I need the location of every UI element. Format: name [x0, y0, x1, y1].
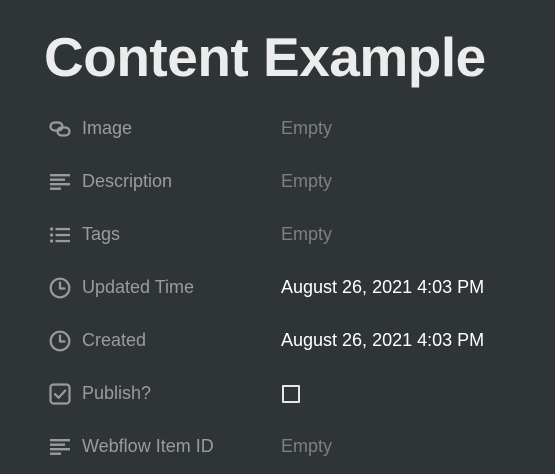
property-name: Description [82, 171, 173, 191]
property-row-webflow-item-id: Webflow Item ID Empty [0, 420, 555, 473]
property-row-image: Image Empty [0, 102, 555, 155]
property-label-webflow-item-id[interactable]: Webflow Item ID [44, 420, 264, 473]
property-row-updated-time: Updated Time August 26, 2021 4:03 PM [0, 261, 555, 314]
property-name: Created [82, 330, 147, 350]
property-row-created: Created August 26, 2021 4:03 PM [0, 314, 555, 367]
publish-checkbox[interactable] [282, 384, 300, 403]
property-value-publish [281, 367, 541, 420]
property-row-publish: Publish? [0, 367, 555, 420]
list-icon [46, 223, 74, 247]
property-value-tags[interactable]: Empty [281, 208, 541, 261]
property-row-tags: Tags Empty [0, 208, 555, 261]
property-value-created[interactable]: August 26, 2021 4:03 PM [281, 314, 541, 367]
property-name: Tags [82, 224, 121, 244]
checkbox-icon [46, 382, 74, 406]
property-value-webflow-item-id[interactable]: Empty [281, 420, 541, 473]
property-label-created[interactable]: Created [44, 314, 264, 367]
property-value-description[interactable]: Empty [281, 155, 541, 208]
property-label-description[interactable]: Description [44, 155, 264, 208]
property-list: Image Empty Description Empty Tags Empty… [0, 102, 555, 473]
property-name: Image [82, 118, 133, 138]
property-row-description: Description Empty [0, 155, 555, 208]
property-label-publish[interactable]: Publish? [44, 367, 264, 420]
property-label-tags[interactable]: Tags [44, 208, 264, 261]
property-name: Publish? [82, 383, 152, 403]
property-label-updated-time[interactable]: Updated Time [44, 261, 264, 314]
page: Content Example Image Empty Description … [0, 0, 555, 474]
page-title[interactable]: Content Example [44, 22, 486, 92]
clock-icon [46, 329, 74, 353]
property-value-image[interactable]: Empty [281, 102, 541, 155]
text-lines-icon [46, 170, 74, 194]
property-name: Webflow Item ID [82, 436, 214, 456]
text-lines-icon [46, 435, 74, 459]
property-value-updated-time[interactable]: August 26, 2021 4:03 PM [281, 261, 541, 314]
clock-icon [46, 276, 74, 300]
link-icon [46, 117, 74, 141]
property-label-image[interactable]: Image [44, 102, 264, 155]
property-name: Updated Time [82, 277, 195, 297]
